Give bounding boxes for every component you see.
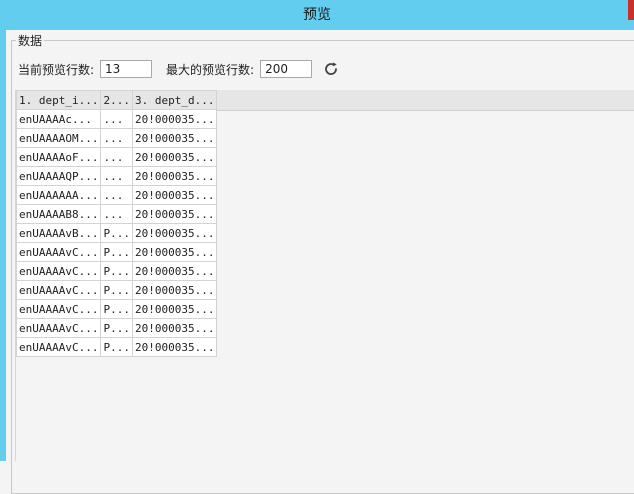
column-header[interactable]: 2...	[100, 90, 133, 110]
table-cell[interactable]: enUAAAAvC...	[15, 318, 102, 338]
table-cell[interactable]: enUAAAAAA...	[15, 185, 102, 205]
table-cell[interactable]: 20!000035...	[131, 185, 218, 205]
table-cell[interactable]: enUAAAAvC...	[15, 299, 102, 319]
dialog-content: 数据 当前预览行数: 最大的预览行数: 1. dept_i... 2...	[6, 30, 634, 494]
table-cell[interactable]: 20!000035...	[131, 204, 218, 224]
max-rows-label: 最大的预览行数:	[166, 62, 255, 77]
table-cell[interactable]: ...	[100, 147, 133, 167]
table-cell[interactable]: 20!000035...	[131, 337, 218, 357]
table-cell[interactable]: ...	[100, 185, 133, 205]
table-cell[interactable]: P...	[100, 242, 133, 262]
refresh-button[interactable]	[321, 59, 341, 79]
table-row[interactable]: enUAAAAAA...... 20!000035...	[15, 185, 218, 205]
table-row[interactable]: enUAAAAvC... P... 20!000035...	[15, 280, 218, 300]
table-cell[interactable]: 20!000035...	[131, 242, 218, 262]
table-cell[interactable]: enUAAAAvC...	[15, 280, 102, 300]
table-cell[interactable]: P...	[100, 299, 133, 319]
table-cell[interactable]: enUAAAAoF...	[15, 147, 102, 167]
table-cell[interactable]: enUAAAAQP...	[15, 166, 102, 186]
table-row[interactable]: enUAAAAOM...... 20!000035...	[15, 128, 218, 148]
table-cell[interactable]: 20!000035...	[131, 109, 218, 129]
table-cell[interactable]: 20!000035...	[131, 280, 218, 300]
row-count-fields: 当前预览行数: 最大的预览行数:	[18, 59, 341, 79]
column-header[interactable]: 3. dept_d...	[131, 90, 218, 110]
table-row[interactable]: enUAAAAvC... P... 20!000035...	[15, 337, 218, 357]
table-cell[interactable]: 20!000035...	[131, 147, 218, 167]
close-button[interactable]	[628, 0, 634, 20]
table-row[interactable]: enUAAAAvC... P... 20!000035...	[15, 261, 218, 281]
table-header-row: 1. dept_i... 2... 3. dept_d...	[15, 90, 218, 110]
table-cell[interactable]: enUAAAAvC...	[15, 261, 102, 281]
table-cell[interactable]: P...	[100, 318, 133, 338]
table-cell[interactable]: 20!000035...	[131, 223, 218, 243]
table-cell[interactable]: ...	[100, 204, 133, 224]
table-row[interactable]: enUAAAAB8...... 20!000035...	[15, 204, 218, 224]
table-cell[interactable]: 20!000035...	[131, 318, 218, 338]
table-row[interactable]: enUAAAAvC... P... 20!000035...	[15, 242, 218, 262]
table-cell[interactable]: P...	[100, 261, 133, 281]
refresh-icon	[325, 62, 337, 75]
current-rows-input[interactable]	[100, 60, 153, 78]
table-cell[interactable]: P...	[100, 337, 133, 357]
table-cell[interactable]: P...	[100, 280, 133, 300]
table-cell[interactable]: ...	[100, 109, 133, 129]
table-cell[interactable]: ...	[100, 166, 133, 186]
table-row[interactable]: enUAAAAvC... P... 20!000035...	[15, 299, 218, 319]
table-cell[interactable]: 20!000035...	[131, 166, 218, 186]
window-title: 预览	[303, 7, 331, 23]
table-cell[interactable]: P...	[100, 223, 133, 243]
data-group-legend: 数据	[18, 34, 43, 48]
current-rows-label: 当前预览行数:	[18, 62, 95, 77]
table-cell[interactable]: 20!000035...	[131, 299, 218, 319]
table-cell[interactable]: enUAAAAOM...	[15, 128, 102, 148]
preview-grid: 1. dept_i... 2... 3. dept_d... enUAAAAc.…	[15, 90, 634, 461]
table-cell[interactable]: enUAAAAc...	[15, 109, 102, 129]
table-row[interactable]: enUAAAAvB... P... 20!000035...	[15, 223, 218, 243]
table-cell[interactable]: 20!000035...	[131, 128, 218, 148]
table-cell[interactable]: ...	[100, 128, 133, 148]
table-row[interactable]: enUAAAAvC... P... 20!000035...	[15, 318, 218, 338]
table-cell[interactable]: enUAAAAB8...	[15, 204, 102, 224]
column-header[interactable]: 1. dept_i...	[15, 90, 102, 110]
table-cell[interactable]: enUAAAAvC...	[15, 242, 102, 262]
preview-table: 1. dept_i... 2... 3. dept_d... enUAAAAc.…	[15, 90, 218, 357]
max-rows-input[interactable]	[260, 60, 313, 78]
title-bar: 预览	[0, 0, 634, 30]
table-cell[interactable]: enUAAAAvC...	[15, 337, 102, 357]
table-row[interactable]: enUAAAAoF...... 20!000035...	[15, 147, 218, 167]
table-cell[interactable]: enUAAAAvB...	[15, 223, 102, 243]
table-row[interactable]: enUAAAAc...... 20!000035...	[15, 109, 218, 129]
table-row[interactable]: enUAAAAQP...... 20!000035...	[15, 166, 218, 186]
table-cell[interactable]: 20!000035...	[131, 261, 218, 281]
